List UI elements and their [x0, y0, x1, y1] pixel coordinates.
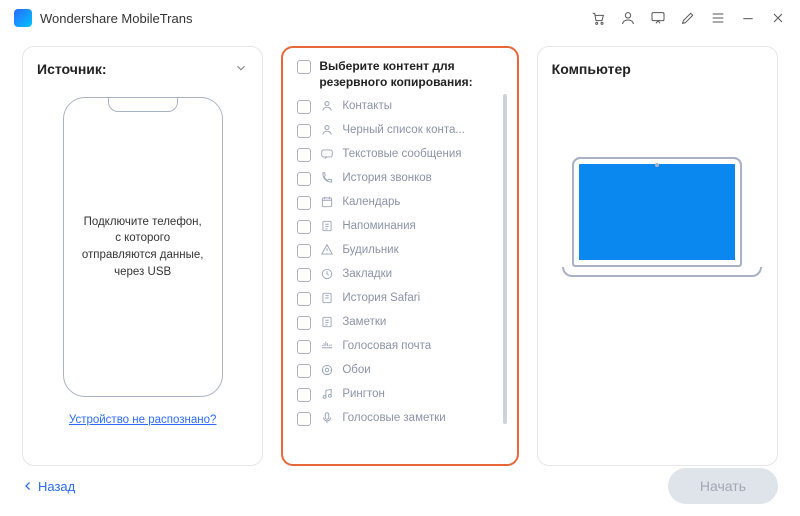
start-button[interactable]: Начать [668, 468, 778, 504]
phone-notch [108, 98, 178, 112]
content-checkbox[interactable] [297, 268, 311, 282]
cart-icon[interactable] [590, 10, 606, 26]
content-label: История Safari [342, 292, 420, 304]
content-label: Календарь [342, 196, 400, 208]
not-recognized-wrap: Устройство не распознано? [37, 411, 248, 426]
bookmark-icon [319, 267, 334, 282]
wallpaper-icon [319, 363, 334, 378]
content-label: Рингтон [342, 388, 385, 400]
content-checkbox[interactable] [297, 124, 311, 138]
titlebar-actions [590, 10, 786, 26]
not-recognized-link[interactable]: Устройство не распознано? [69, 414, 217, 426]
content-checkbox[interactable] [297, 172, 311, 186]
dest-title: Компьютер [552, 61, 763, 77]
ringtone-icon [319, 387, 334, 402]
content-list[interactable]: Контакты Черный список конта... Текстовые … [297, 94, 508, 456]
content-header: Выберите контент для резервного копирова… [297, 58, 508, 90]
content-label: Голосовая почта [342, 340, 431, 352]
phone-instruction: Подключите телефон, с которого отправляю… [80, 214, 206, 281]
content-row[interactable]: Рингтон [297, 382, 500, 406]
content-checkbox[interactable] [297, 292, 311, 306]
content-row[interactable]: Обои [297, 358, 500, 382]
dest-card: Компьютер [537, 46, 778, 466]
back-label: Назад [38, 479, 75, 494]
alarm-icon [319, 243, 334, 258]
voicemail-icon [319, 339, 334, 354]
content-row[interactable]: Напоминания [297, 214, 500, 238]
laptop-screen [572, 157, 742, 267]
calendar-icon [319, 195, 334, 210]
app-title: Wondershare MobileTrans [40, 11, 192, 26]
content-row[interactable]: Голосовая почта [297, 334, 500, 358]
content-label: Обои [342, 364, 370, 376]
content-checkbox[interactable] [297, 388, 311, 402]
user-icon[interactable] [620, 10, 636, 26]
content-row[interactable]: Будильник [297, 238, 500, 262]
laptop-base [562, 267, 762, 277]
note-icon [319, 315, 334, 330]
content-label: Будильник [342, 244, 398, 256]
content-row[interactable]: Текстовые сообщения [297, 142, 500, 166]
app-logo [14, 9, 32, 27]
source-card: Источник: Подключите телефон, с которого… [22, 46, 263, 466]
content-row[interactable]: История звонков [297, 166, 500, 190]
laptop-graphic [562, 157, 752, 277]
content-label: Текстовые сообщения [342, 148, 461, 160]
contact-icon [319, 99, 334, 114]
source-title: Источник: [37, 61, 248, 77]
content-label: Контакты [342, 100, 392, 112]
content-label: Напоминания [342, 220, 415, 232]
message-icon [319, 147, 334, 162]
content-checkbox[interactable] [297, 364, 311, 378]
main: Источник: Подключите телефон, с которого… [0, 36, 800, 466]
content-checkbox[interactable] [297, 196, 311, 210]
content-row[interactable]: Черный список конта... [297, 118, 500, 142]
content-checkbox[interactable] [297, 100, 311, 114]
content-checkbox[interactable] [297, 412, 311, 426]
content-row[interactable]: Заметки [297, 310, 500, 334]
phone-placeholder: Подключите телефон, с которого отправляю… [63, 97, 223, 397]
content-header-label: Выберите контент для резервного копирова… [319, 58, 500, 90]
content-checkbox[interactable] [297, 244, 311, 258]
close-icon[interactable] [770, 10, 786, 26]
content-row[interactable]: Голосовые заметки [297, 406, 500, 430]
back-button[interactable]: Назад [22, 479, 75, 494]
content-label: Заметки [342, 316, 386, 328]
source-dropdown[interactable] [234, 61, 248, 78]
content-row[interactable]: Контакты [297, 94, 500, 118]
content-label: Голосовые заметки [342, 412, 445, 424]
content-row[interactable]: История Safari [297, 286, 500, 310]
minimize-icon[interactable] [740, 10, 756, 26]
history-icon [319, 291, 334, 306]
content-checkbox[interactable] [297, 220, 311, 234]
content-label: История звонков [342, 172, 431, 184]
content-row[interactable]: Закладки [297, 262, 500, 286]
content-row[interactable]: Календарь [297, 190, 500, 214]
edit-icon[interactable] [680, 10, 696, 26]
content-label: Черный список конта... [342, 124, 465, 136]
content-label: Закладки [342, 268, 392, 280]
content-checkbox[interactable] [297, 340, 311, 354]
menu-icon[interactable] [710, 10, 726, 26]
footer: Назад Начать [0, 466, 800, 506]
titlebar: Wondershare MobileTrans [0, 0, 800, 36]
content-checkbox[interactable] [297, 148, 311, 162]
mic-icon [319, 411, 334, 426]
select-all-checkbox[interactable] [297, 60, 311, 74]
contact-icon [319, 123, 334, 138]
reminder-icon [319, 219, 334, 234]
content-checkbox[interactable] [297, 316, 311, 330]
content-card: Выберите контент для резервного копирова… [281, 46, 518, 466]
phone-icon [319, 171, 334, 186]
feedback-icon[interactable] [650, 10, 666, 26]
